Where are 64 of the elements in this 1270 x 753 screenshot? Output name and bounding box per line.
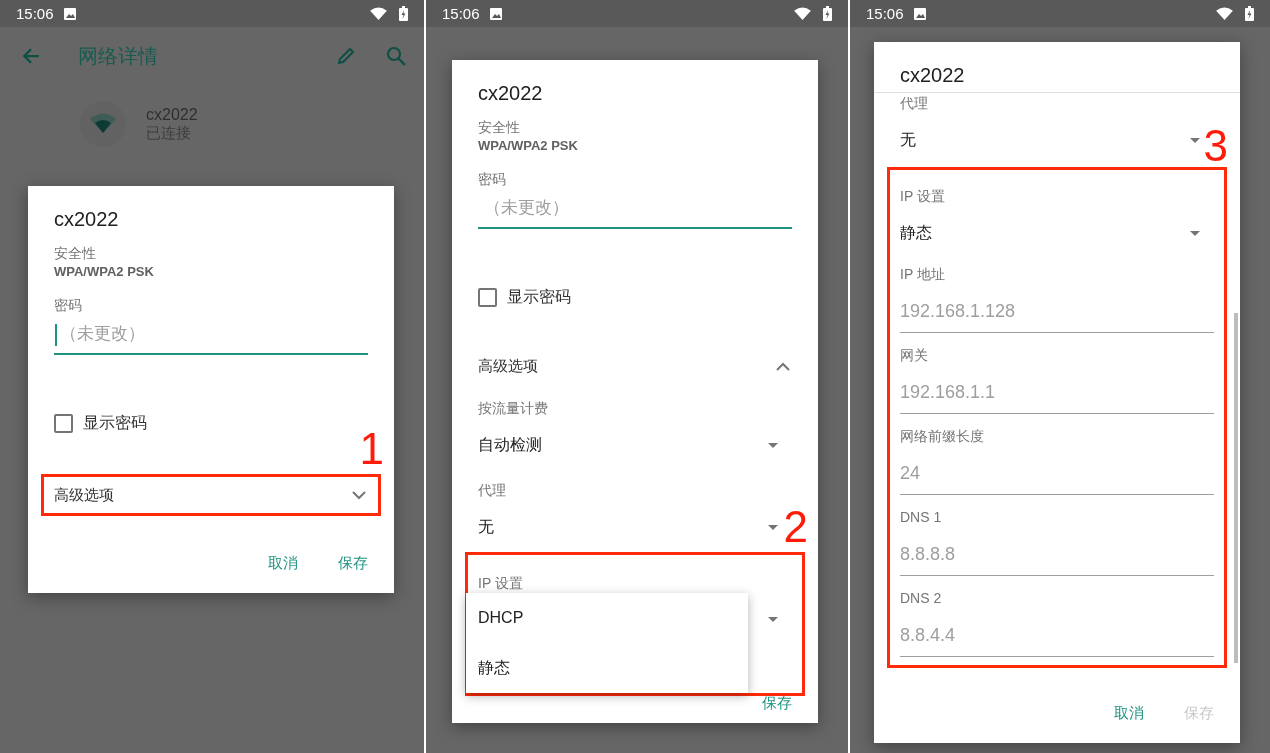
menu-item[interactable]: DHCP: [466, 593, 748, 643]
annotation-number: 2: [783, 505, 808, 549]
dropdown-arrow-icon: [1190, 230, 1200, 236]
screen-title: 网络详情: [78, 43, 158, 69]
dialog-button[interactable]: 保存: [328, 548, 378, 579]
security-value: WPA/WPA2 PSK: [54, 263, 154, 281]
status-time: 15:06: [16, 5, 54, 22]
advanced-options-toggle[interactable]: 高级选项: [478, 356, 538, 376]
chevron-down-icon[interactable]: [352, 490, 366, 500]
status-time: 15:06: [866, 5, 904, 22]
image-icon: [489, 7, 502, 20]
field-label: 按流量计费: [478, 399, 548, 418]
field-label: 代理: [900, 94, 928, 113]
network-name: cx2022: [146, 105, 198, 124]
chevron-up-icon[interactable]: [776, 361, 790, 371]
annotation-number: 1: [359, 427, 384, 471]
field-label: DNS 2: [900, 589, 942, 608]
field-label: DNS 1: [900, 508, 942, 527]
field-label: IP 地址: [900, 265, 945, 284]
image-icon: [63, 7, 76, 20]
annotation-number: 3: [1203, 124, 1228, 168]
dropdown-arrow-icon: [1190, 137, 1200, 143]
password-field[interactable]: （未更改）: [478, 189, 792, 229]
field-label: 安全性: [478, 118, 520, 137]
field-label: 代理: [478, 481, 506, 500]
field-label: 网络前缀长度: [900, 427, 984, 446]
dialog-title: cx2022: [54, 208, 119, 230]
dialog-button[interactable]: 取消: [1104, 698, 1154, 729]
input-field[interactable]: 8.8.4.4: [900, 608, 1214, 657]
field-label: IP 设置: [900, 187, 945, 206]
battery-charging-icon: [823, 6, 832, 21]
status-time: 15:06: [442, 5, 480, 22]
checkbox-label[interactable]: 显示密码: [507, 287, 571, 308]
field-label: 密码: [54, 296, 82, 315]
dropdown-arrow-icon[interactable]: [768, 617, 778, 622]
dropdown-select[interactable]: 自动检测: [478, 426, 792, 464]
checkbox[interactable]: [478, 288, 497, 307]
checkbox-label[interactable]: 显示密码: [83, 413, 147, 434]
input-field[interactable]: 8.8.8.8: [900, 527, 1214, 576]
menu-item[interactable]: 静态: [466, 643, 748, 693]
security-value: WPA/WPA2 PSK: [478, 137, 578, 155]
dialog-button[interactable]: 保存: [752, 688, 802, 719]
dialog-button[interactable]: 取消: [258, 548, 308, 579]
dropdown-select[interactable]: 静态: [900, 214, 1214, 252]
battery-charging-icon: [1245, 6, 1254, 21]
dialog-title: cx2022: [900, 64, 965, 86]
field-label: 密码: [478, 170, 506, 189]
scrollbar[interactable]: [1234, 313, 1238, 663]
advanced-options-toggle[interactable]: 高级选项: [54, 485, 114, 505]
input-field[interactable]: 192.168.1.1: [900, 365, 1214, 414]
input-field[interactable]: 24: [900, 446, 1214, 495]
dropdown-arrow-icon: [768, 442, 778, 448]
checkbox[interactable]: [54, 414, 73, 433]
wifi-icon: [1216, 7, 1233, 20]
field-label: 网关: [900, 346, 928, 365]
field-label: IP 设置: [478, 574, 523, 593]
input-field[interactable]: 192.168.1.128: [900, 284, 1214, 333]
image-icon: [913, 7, 926, 20]
dialog-title: cx2022: [478, 82, 543, 104]
wifi-icon: [794, 7, 811, 20]
battery-charging-icon: [399, 6, 408, 21]
field-label: 安全性: [54, 244, 96, 263]
wifi-icon: [370, 7, 387, 20]
dropdown-arrow-icon: [768, 524, 778, 530]
